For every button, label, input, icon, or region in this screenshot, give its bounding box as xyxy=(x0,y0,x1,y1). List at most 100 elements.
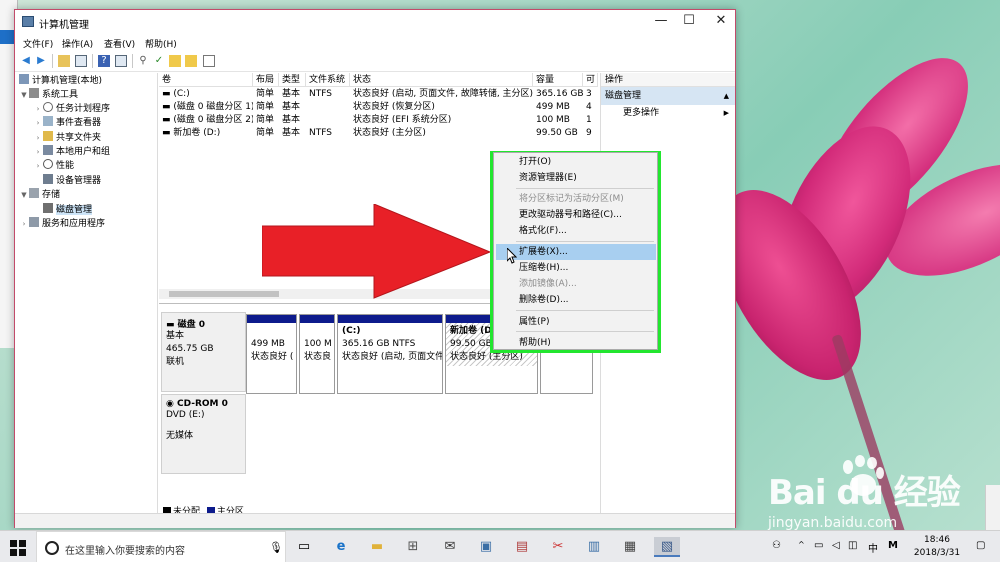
partition-recovery[interactable]: 499 MB 状态良好 ( xyxy=(246,314,297,394)
partition-c[interactable]: (C:) 365.16 GB NTFS 状态良好 (启动, 页面文件 xyxy=(337,314,443,394)
taskbar-search-box[interactable]: 在这里输入你要搜索的内容 🎙 xyxy=(36,531,286,562)
ime-language[interactable]: 中 xyxy=(868,540,878,555)
clock-icon xyxy=(43,102,53,112)
cdrom-name: CD-ROM 0 xyxy=(177,399,228,409)
panel-icon[interactable] xyxy=(203,55,215,67)
disk-0-label[interactable]: ▬ 磁盘 0 基本 465.75 GB 联机 xyxy=(161,312,246,392)
forward-arrow-icon[interactable]: ▶ xyxy=(35,55,47,67)
context-menu: 打开(O) 资源管理器(E) 将分区标记为活动分区(M) 更改驱动器号和路径(C… xyxy=(493,152,658,350)
menu-item-properties[interactable]: 属性(P) xyxy=(496,314,656,330)
menu-item-explorer[interactable]: 资源管理器(E) xyxy=(496,170,656,186)
tree-node-device-manager[interactable]: 设备管理器 xyxy=(43,174,101,188)
collapse-chevron-icon[interactable]: ▼ xyxy=(19,88,29,102)
disk-type: 基本 xyxy=(166,331,185,341)
table-row[interactable]: ▬ (磁盘 0 磁盘分区 1) 简单 基本 状态良好 (恢复分区) 499 MB… xyxy=(159,101,598,114)
menu-file[interactable]: 文件(F) xyxy=(23,37,53,50)
tree-node-local-users[interactable]: › 本地用户和组 xyxy=(33,145,110,159)
tree-node-storage[interactable]: ▼ 存储 xyxy=(19,188,60,202)
menu-item-format[interactable]: 格式化(F)... xyxy=(496,223,656,239)
performance-icon xyxy=(43,159,53,169)
menu-item-change-drive-letter[interactable]: 更改驱动器号和路径(C)... xyxy=(496,207,656,223)
tree-node-disk-management[interactable]: 磁盘管理 xyxy=(43,203,93,217)
show-hide-tree-icon[interactable] xyxy=(75,55,87,67)
collapse-chevron-icon[interactable]: ▼ xyxy=(19,188,29,202)
help-icon[interactable]: ? xyxy=(98,55,110,67)
file-explorer-icon[interactable]: ▬ xyxy=(367,537,387,557)
partition-efi[interactable]: 100 M 状态良 xyxy=(299,314,335,394)
tree-node-shared-folders[interactable]: › 共享文件夹 xyxy=(33,131,101,145)
cdrom-label[interactable]: ◉ CD-ROM 0 DVD (E:) 无媒体 xyxy=(161,394,246,474)
table-row[interactable]: ▬ (磁盘 0 磁盘分区 2) 简单 基本 状态良好 (EFI 系统分区) 10… xyxy=(159,114,598,127)
remote-desktop-icon[interactable]: ▣ xyxy=(476,537,496,557)
more-actions[interactable]: 更多操作 ▶ xyxy=(601,105,735,121)
notepad-icon[interactable]: ▥ xyxy=(584,537,604,557)
tree-node-system-tools[interactable]: ▼ 系统工具 xyxy=(19,88,78,102)
tree-node-event-viewer[interactable]: › 事件查看器 xyxy=(33,116,101,130)
menu-item-extend-volume[interactable]: 扩展卷(X)... xyxy=(496,244,656,260)
status-bar xyxy=(15,513,735,528)
paint-icon[interactable]: ▤ xyxy=(512,537,532,557)
menu-item-help[interactable]: 帮助(H) xyxy=(496,335,656,351)
show-hidden-icons-chevron-icon[interactable]: ^ xyxy=(798,540,805,549)
snipping-icon[interactable]: ✂ xyxy=(548,537,568,557)
menu-item-add-mirror: 添加镜像(A)... xyxy=(519,279,577,289)
edge-icon[interactable]: e xyxy=(331,537,351,557)
column-header-filesystem[interactable]: 文件系统 xyxy=(306,73,350,87)
column-header-type[interactable]: 类型 xyxy=(279,73,306,87)
expand-chevron-icon[interactable]: › xyxy=(33,116,43,130)
close-button[interactable]: ✕ xyxy=(705,10,737,32)
computer-management-icon xyxy=(22,16,34,27)
maximize-button[interactable]: ☐ xyxy=(673,10,705,32)
menu-item-shrink-volume[interactable]: 压缩卷(H)... xyxy=(496,260,656,276)
device-manager-icon xyxy=(43,174,53,184)
notification-icon[interactable]: ▢ xyxy=(976,540,985,551)
computer-management-icon[interactable]: ▧ xyxy=(654,537,680,557)
cdrom-type: DVD (E:) xyxy=(166,410,205,420)
column-header-capacity[interactable]: 容量 xyxy=(533,73,583,87)
action-center-icon[interactable]: ◫ xyxy=(848,540,857,551)
menu-item-delete-volume[interactable]: 删除卷(D)... xyxy=(496,292,656,308)
column-header-volume[interactable]: 卷 xyxy=(159,73,253,87)
network-icon[interactable]: ▭ xyxy=(814,540,823,551)
menu-help[interactable]: 帮助(H) xyxy=(145,37,177,50)
title-bar[interactable]: 计算机管理 — ☐ ✕ xyxy=(15,10,735,34)
expand-chevron-icon[interactable]: › xyxy=(33,145,43,159)
column-header-layout[interactable]: 布局 xyxy=(253,73,279,87)
tree-node-services-apps[interactable]: › 服务和应用程序 xyxy=(19,217,105,231)
tree-node-performance[interactable]: › 性能 xyxy=(33,159,74,173)
column-header-status[interactable]: 状态 xyxy=(350,73,533,87)
expand-chevron-icon[interactable]: › xyxy=(33,102,43,116)
tree-node-task-scheduler[interactable]: › 任务计划程序 xyxy=(33,102,110,116)
ime-mode[interactable]: M xyxy=(888,540,898,551)
store-icon[interactable]: ⊞ xyxy=(403,537,423,557)
windows-start-icon[interactable] xyxy=(10,540,26,556)
tree-node-root[interactable]: 计算机管理(本地) xyxy=(19,74,102,88)
task-view-icon[interactable]: ▭ xyxy=(294,537,314,557)
connect-icon[interactable]: ⚲ xyxy=(137,55,149,67)
system-clock[interactable]: 18:46 2018/3/31 xyxy=(912,534,962,560)
people-icon[interactable]: ⚇ xyxy=(772,540,781,551)
collapse-triangle-icon[interactable]: ▲ xyxy=(724,87,729,105)
folder-open-icon[interactable] xyxy=(169,55,181,67)
check-icon[interactable]: ✓ xyxy=(153,55,165,67)
mail-icon[interactable]: ✉ xyxy=(440,537,460,557)
column-header-free[interactable]: 可 xyxy=(583,73,598,87)
expand-chevron-icon[interactable]: › xyxy=(33,159,43,173)
expand-chevron-icon[interactable]: › xyxy=(19,217,29,231)
menu-item-open[interactable]: 打开(O) xyxy=(496,154,656,170)
table-row[interactable]: ▬ (C:) 简单 基本 NTFS 状态良好 (启动, 页面文件, 故障转储, … xyxy=(159,88,598,101)
folder-up-icon[interactable] xyxy=(58,55,70,67)
menu-action[interactable]: 操作(A) xyxy=(62,37,93,50)
volume-icon[interactable]: ◁ xyxy=(832,540,840,551)
navigation-tree: 计算机管理(本地) ▼ 系统工具 › 任务计划程序 › 事件查看器 › 共享文件夹 › 本… xyxy=(15,73,158,513)
actions-section-disk-management[interactable]: 磁盘管理 ▲ xyxy=(601,87,735,105)
properties-icon[interactable] xyxy=(115,55,127,67)
calculator-icon[interactable]: ▦ xyxy=(620,537,640,557)
table-row[interactable]: ▬ 新加卷 (D:) 简单 基本 NTFS 状态良好 (主分区) 99.50 G… xyxy=(159,127,598,140)
expand-chevron-icon[interactable]: › xyxy=(33,131,43,145)
taskbar: 在这里输入你要搜索的内容 🎙 ▭ e ▬ ⊞ ✉ ▣ ▤ ✂ ▥ ▦ ▧ ⚇ ^… xyxy=(0,530,1000,562)
microphone-icon[interactable]: 🎙 xyxy=(269,541,283,554)
back-arrow-icon[interactable]: ◀ xyxy=(20,55,32,67)
menu-view[interactable]: 查看(V) xyxy=(104,37,135,50)
folder-search-icon[interactable] xyxy=(185,55,197,67)
